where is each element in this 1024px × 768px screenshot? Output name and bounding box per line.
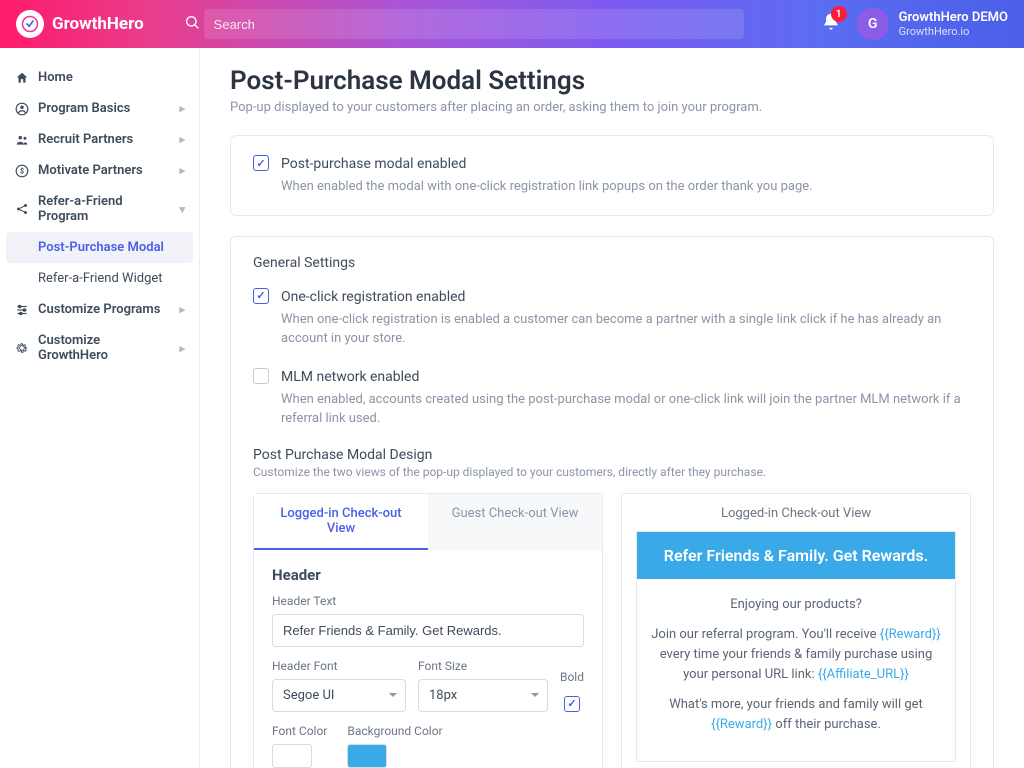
sidebar-item-label: Recruit Partners — [38, 132, 133, 147]
checkbox-description: When enabled the modal with one-click re… — [281, 177, 813, 197]
search-input[interactable] — [204, 9, 744, 39]
preview-line-2: Join our referral program. You'll receiv… — [651, 625, 941, 685]
sliders-icon — [14, 303, 30, 317]
checkbox-description: When one-click registration is enabled a… — [281, 310, 971, 349]
design-tabs: Logged-in Check-out View Guest Check-out… — [254, 494, 602, 550]
preview-box: Refer Friends & Family. Get Rewards. Enj… — [636, 531, 956, 763]
input-font-size[interactable]: 18px — [418, 679, 548, 712]
home-icon — [14, 71, 30, 85]
page-subtitle: Pop-up displayed to your customers after… — [230, 100, 994, 115]
main-content: Post-Purchase Modal Settings Pop-up disp… — [200, 48, 1024, 768]
user-name: GrowthHero DEMO — [899, 10, 1008, 26]
user-circle-icon — [14, 102, 30, 116]
sidebar-subitem-post-purchase-modal[interactable]: Post-Purchase Modal — [6, 232, 193, 263]
logo-text: GrowthHero — [52, 14, 144, 34]
checkbox-label: One-click registration enabled — [281, 287, 971, 308]
swatch-font-color[interactable] — [272, 744, 312, 768]
preview-line-1: Enjoying our products? — [651, 595, 941, 615]
sidebar-item-label: Motivate Partners — [38, 163, 143, 178]
tab-logged-in-view[interactable]: Logged-in Check-out View — [254, 494, 428, 550]
search-icon — [184, 14, 200, 34]
checkbox-label: Post-purchase modal enabled — [281, 154, 813, 175]
design-editor: Logged-in Check-out View Guest Check-out… — [253, 493, 603, 768]
card-modal-enabled: Post-purchase modal enabled When enabled… — [230, 135, 994, 216]
sidebar-item-label: Refer-a-Friend Widget — [38, 271, 163, 286]
label-bg-color: Background Color — [347, 724, 442, 738]
sidebar-item-customize-programs[interactable]: Customize Programs ▸ — [6, 294, 193, 325]
token-reward: {{Reward}} — [711, 717, 772, 732]
preview-title: Logged-in Check-out View — [636, 506, 956, 521]
sidebar-item-label: Refer-a-Friend Program — [38, 194, 171, 224]
group-header: Header — [272, 566, 584, 584]
sidebar-item-customize-growthhero[interactable]: Customize GrowthHero ▸ — [6, 325, 193, 371]
label-bold: Bold — [560, 670, 584, 684]
section-heading: General Settings — [253, 255, 971, 271]
sidebar-item-label: Home — [38, 70, 73, 85]
chevron-down-icon: ▾ — [179, 203, 185, 216]
search-wrap — [184, 9, 744, 39]
sidebar-item-label: Post-Purchase Modal — [38, 240, 164, 255]
sidebar-item-label: Program Basics — [38, 101, 130, 116]
checkbox-mlm-network[interactable] — [253, 368, 269, 384]
gear-icon — [14, 341, 30, 355]
checkbox-description: When enabled, accounts created using the… — [281, 390, 971, 429]
sidebar-item-program-basics[interactable]: Program Basics ▸ — [6, 93, 193, 124]
avatar: G — [857, 8, 889, 40]
input-header-text[interactable] — [272, 614, 584, 647]
chevron-right-icon: ▸ — [179, 102, 185, 115]
preview-header: Refer Friends & Family. Get Rewards. — [637, 532, 955, 579]
sidebar-item-home[interactable]: Home — [6, 62, 193, 93]
label-header-text: Header Text — [272, 594, 584, 608]
swatch-bg-color[interactable] — [347, 744, 387, 768]
sidebar-item-recruit-partners[interactable]: Recruit Partners ▸ — [6, 124, 193, 155]
logo-icon — [16, 10, 44, 38]
logo[interactable]: GrowthHero — [16, 10, 144, 38]
notifications-button[interactable]: 1 — [821, 12, 841, 36]
user-menu[interactable]: G GrowthHero DEMO GrowthHero.io — [857, 8, 1008, 40]
sidebar: Home Program Basics ▸ Recruit Partners ▸… — [0, 48, 200, 768]
top-bar: GrowthHero 1 G GrowthHero DEMO GrowthHer… — [0, 0, 1024, 48]
user-text: GrowthHero DEMO GrowthHero.io — [899, 10, 1008, 39]
dollar-icon: $ — [14, 164, 30, 178]
label-header-font: Header Font — [272, 659, 406, 673]
sidebar-item-label: Customize Programs — [38, 302, 160, 317]
design-preview: Logged-in Check-out View Refer Friends &… — [621, 493, 971, 768]
checkbox-label: MLM network enabled — [281, 367, 971, 388]
share-icon — [14, 202, 30, 216]
chevron-right-icon: ▸ — [179, 342, 185, 355]
card-general-settings: General Settings One-click registration … — [230, 236, 994, 768]
svg-text:$: $ — [20, 167, 24, 175]
label-font-color: Font Color — [272, 724, 327, 738]
label-font-size: Font Size — [418, 659, 548, 673]
tab-guest-view[interactable]: Guest Check-out View — [428, 494, 602, 550]
user-subdomain: GrowthHero.io — [899, 25, 1008, 38]
users-icon — [14, 133, 30, 147]
sidebar-item-label: Customize GrowthHero — [38, 333, 171, 363]
token-reward: {{Reward}} — [880, 627, 941, 642]
chevron-right-icon: ▸ — [179, 164, 185, 177]
checkbox-oneclick-registration[interactable] — [253, 288, 269, 304]
topbar-right: 1 G GrowthHero DEMO GrowthHero.io — [821, 8, 1008, 40]
sidebar-item-refer-a-friend[interactable]: Refer-a-Friend Program ▾ — [6, 186, 193, 232]
notification-badge: 1 — [831, 6, 847, 22]
sidebar-item-motivate-partners[interactable]: $ Motivate Partners ▸ — [6, 155, 193, 186]
preview-line-3: What's more, your friends and family wil… — [651, 695, 941, 735]
chevron-right-icon: ▸ — [179, 133, 185, 146]
checkbox-modal-enabled[interactable] — [253, 155, 269, 171]
design-heading: Post Purchase Modal Design — [253, 447, 971, 463]
chevron-right-icon: ▸ — [179, 303, 185, 316]
checkbox-bold[interactable] — [564, 696, 580, 712]
preview-body: Enjoying our products? Join our referral… — [637, 579, 955, 762]
token-affiliate-url: {{Affiliate_URL}} — [818, 667, 909, 682]
select-header-font[interactable]: Segoe UI — [272, 679, 406, 712]
page-title: Post-Purchase Modal Settings — [230, 66, 994, 96]
sidebar-subitem-refer-widget[interactable]: Refer-a-Friend Widget — [6, 263, 193, 294]
design-subheading: Customize the two views of the pop-up di… — [253, 465, 971, 479]
